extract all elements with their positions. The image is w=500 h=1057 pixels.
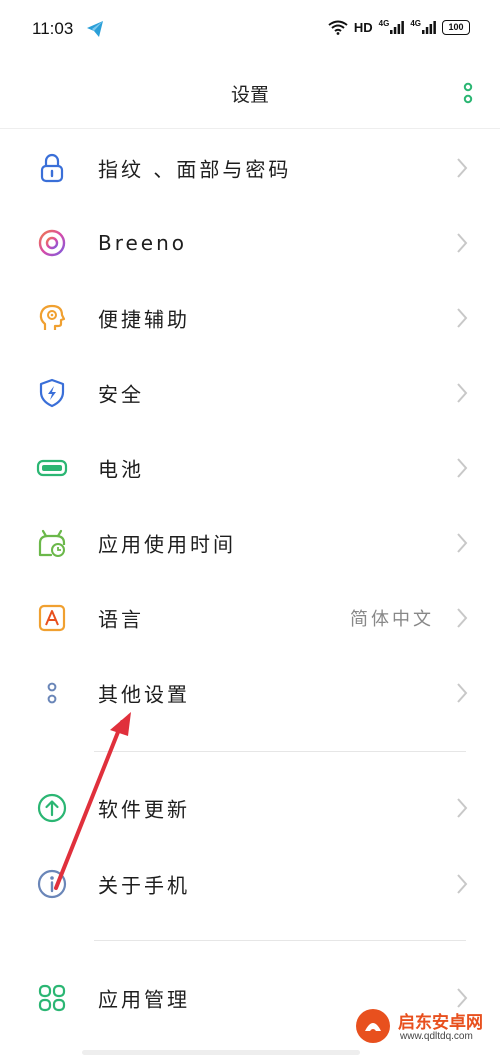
page-title: 设置 xyxy=(230,84,269,106)
settings-item-label: 便捷辅助 xyxy=(98,307,190,331)
settings-item-password[interactable]: 指纹 、面部与密码 xyxy=(0,130,500,205)
chevron-right-icon xyxy=(457,157,468,178)
section-divider xyxy=(94,751,466,752)
settings-item-label: 语言 xyxy=(98,607,144,631)
chevron-right-icon xyxy=(457,797,468,818)
settings-item-label: 指纹 、面部与密码 xyxy=(98,157,292,181)
signal-strength-1: 4G xyxy=(379,19,405,34)
chevron-right-icon xyxy=(457,532,468,553)
battery-icon xyxy=(36,459,68,476)
settings-item-label: 软件更新 xyxy=(98,797,190,821)
assist-head-icon xyxy=(39,304,66,330)
section-divider xyxy=(94,940,466,941)
settings-item-battery[interactable]: 电池 xyxy=(0,430,500,505)
language-icon xyxy=(38,604,66,631)
settings-item-language[interactable]: 语言 简体中文 xyxy=(0,580,500,655)
settings-item-app-time[interactable]: 应用使用时间 xyxy=(0,505,500,580)
watermark-url: www.qdltdq.com xyxy=(400,1031,473,1042)
status-bar: 11:03 HD 4G 4G 100 xyxy=(0,0,500,60)
language-value: 简体中文 xyxy=(350,608,434,630)
settings-item-assist[interactable]: 便捷辅助 xyxy=(0,280,500,355)
chevron-right-icon xyxy=(457,307,468,328)
chevron-right-icon xyxy=(457,232,468,253)
chevron-right-icon xyxy=(457,873,468,894)
settings-item-label: 安全 xyxy=(98,382,144,406)
lock-icon xyxy=(40,153,64,182)
watermark-logo-icon xyxy=(356,1009,390,1043)
info-icon xyxy=(37,869,67,898)
settings-item-label: 应用使用时间 xyxy=(98,532,236,556)
chevron-right-icon xyxy=(457,382,468,403)
update-icon xyxy=(37,793,67,822)
settings-item-label: 其他设置 xyxy=(98,682,190,706)
signal-bars-icon xyxy=(390,21,405,34)
header: 设置 xyxy=(0,60,500,129)
breeno-icon xyxy=(38,229,66,256)
app-time-icon xyxy=(38,529,66,557)
chevron-right-icon xyxy=(457,607,468,628)
settings-item-update[interactable]: 软件更新 xyxy=(0,770,500,845)
vertical-dots-icon[interactable] xyxy=(462,82,474,106)
settings-item-breeno[interactable]: Breeno xyxy=(0,205,500,280)
wifi-icon xyxy=(328,20,348,35)
watermark-title: 启东安卓网 xyxy=(398,1013,483,1033)
status-time: 11:03 xyxy=(32,19,74,38)
app-grid-icon xyxy=(38,984,66,1011)
settings-item-label: 电池 xyxy=(98,457,144,481)
gesture-bar xyxy=(82,1050,360,1055)
watermark: 启东安卓网 www.qdltdq.com xyxy=(354,1005,494,1049)
battery-indicator: 100 xyxy=(442,20,470,35)
chevron-right-icon xyxy=(457,457,468,478)
telegram-icon xyxy=(87,21,103,37)
signal-strength-2: 4G xyxy=(410,19,436,34)
shield-icon xyxy=(39,378,65,407)
settings-item-label: Breeno xyxy=(98,230,188,255)
settings-item-other[interactable]: 其他设置 xyxy=(0,655,500,730)
settings-item-label: 应用管理 xyxy=(98,987,190,1011)
signal-bars-icon xyxy=(422,21,436,34)
dots-icon xyxy=(47,682,57,703)
status-indicators: HD 4G 4G 100 xyxy=(328,19,470,35)
network-hd-label: HD xyxy=(353,20,373,35)
settings-item-about-phone[interactable]: 关于手机 xyxy=(0,846,500,921)
settings-item-security[interactable]: 安全 xyxy=(0,355,500,430)
chevron-right-icon xyxy=(457,682,468,703)
settings-item-label: 关于手机 xyxy=(98,873,190,897)
